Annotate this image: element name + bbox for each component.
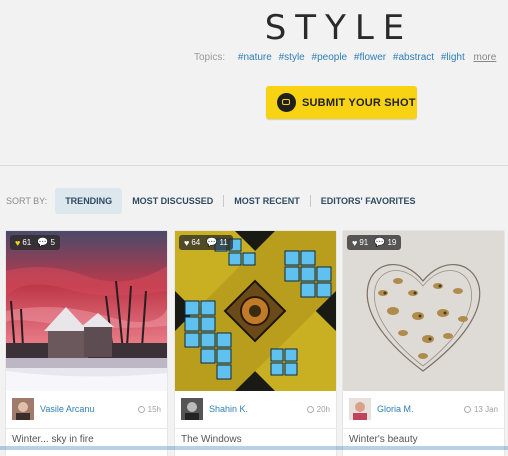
photo-thumbnail[interactable]: ♥ 64 💬 11 <box>175 231 336 391</box>
submit-shot-label: SUBMIT YOUR SHOT <box>302 96 416 109</box>
heart-icon: ♥ <box>184 237 190 248</box>
topic-tag-flower[interactable]: #flower <box>354 52 386 63</box>
avatar[interactable] <box>12 398 34 420</box>
avatar[interactable] <box>181 398 203 420</box>
section-divider <box>0 165 508 166</box>
comment-count: 11 <box>219 238 228 247</box>
tab-most-discussed[interactable]: MOST DISCUSSED <box>122 188 223 214</box>
tab-trending[interactable]: TRENDING <box>55 188 123 214</box>
tab-most-recent[interactable]: MOST RECENT <box>224 188 310 214</box>
comment-icon: 💬 <box>37 237 49 247</box>
photo-thumbnail[interactable]: ♥ 91 💬 19 <box>343 231 504 391</box>
photo-title[interactable]: Winter... sky in fire <box>12 434 94 445</box>
sort-bar: SORT BY: TRENDING MOST DISCUSSED MOST RE… <box>6 188 426 214</box>
sort-label: SORT BY: <box>6 196 48 206</box>
like-count: 61 <box>22 238 32 247</box>
topic-tag-nature[interactable]: #nature <box>238 52 272 63</box>
card-divider <box>343 428 504 429</box>
photo-title[interactable]: The Windows <box>181 434 242 445</box>
photo-thumbnail[interactable]: ♥ 61 💬 5 <box>6 231 167 391</box>
topics-more-link[interactable]: more <box>474 52 497 63</box>
clock-icon <box>137 405 145 413</box>
submit-shot-button[interactable]: SUBMIT YOUR SHOT <box>266 86 417 119</box>
bottom-border <box>0 446 508 450</box>
post-time: 20h <box>306 404 330 414</box>
avatar[interactable] <box>349 398 371 420</box>
topics-label: Topics: <box>194 52 226 63</box>
topic-tag-people[interactable]: #people <box>312 52 348 63</box>
tab-editors-favorites[interactable]: EDITORS' FAVORITES <box>311 188 426 214</box>
photo-title[interactable]: Winter's beauty <box>349 434 418 445</box>
like-count: 91 <box>359 238 369 247</box>
comment-count: 19 <box>387 238 397 247</box>
heart-icon: ♥ <box>352 237 358 248</box>
comment-icon: 💬 <box>374 237 386 247</box>
clock-icon <box>463 405 471 413</box>
photo-stats: ♥ 91 💬 19 <box>347 235 402 250</box>
clock-icon <box>306 405 314 413</box>
heart-icon: ♥ <box>15 237 21 248</box>
topic-tag-style[interactable]: #style <box>279 52 305 63</box>
card-meta: Shahin K. 20h <box>181 397 330 421</box>
post-time: 15h <box>137 404 161 414</box>
post-time-text: 20h <box>316 404 330 414</box>
photo-card[interactable]: ♥ 64 💬 11 Shahin K. 20h The Windows <box>175 231 336 456</box>
like-count: 64 <box>191 238 201 247</box>
author-link[interactable]: Vasile Arcanu <box>40 404 94 414</box>
comment-count: 5 <box>50 238 55 247</box>
post-time: 13 Jan <box>463 404 498 414</box>
photo-card[interactable]: ♥ 61 💬 5 Vasile Arcanu 15h Winter... sky… <box>6 231 167 456</box>
topics-bar: Topics: #nature #style #people #flower #… <box>194 52 496 63</box>
topic-tag-abstract[interactable]: #abstract <box>393 52 434 63</box>
photo-card[interactable]: ♥ 91 💬 19 Gloria M. 13 Jan Winter's beau… <box>343 231 504 456</box>
post-time-text: 13 Jan <box>473 404 498 414</box>
post-time-text: 15h <box>147 404 161 414</box>
card-divider <box>175 428 336 429</box>
card-divider <box>6 428 167 429</box>
page-title: STYLE <box>264 8 414 48</box>
card-meta: Gloria M. 13 Jan <box>349 397 498 421</box>
author-link[interactable]: Shahin K. <box>209 404 248 414</box>
photo-stats: ♥ 64 💬 11 <box>179 235 233 250</box>
card-meta: Vasile Arcanu 15h <box>12 397 161 421</box>
photo-stats: ♥ 61 💬 5 <box>10 235 60 250</box>
topic-tag-light[interactable]: #light <box>441 52 465 63</box>
comment-icon: 💬 <box>206 237 218 247</box>
camera-icon <box>277 93 296 112</box>
author-link[interactable]: Gloria M. <box>377 404 414 414</box>
